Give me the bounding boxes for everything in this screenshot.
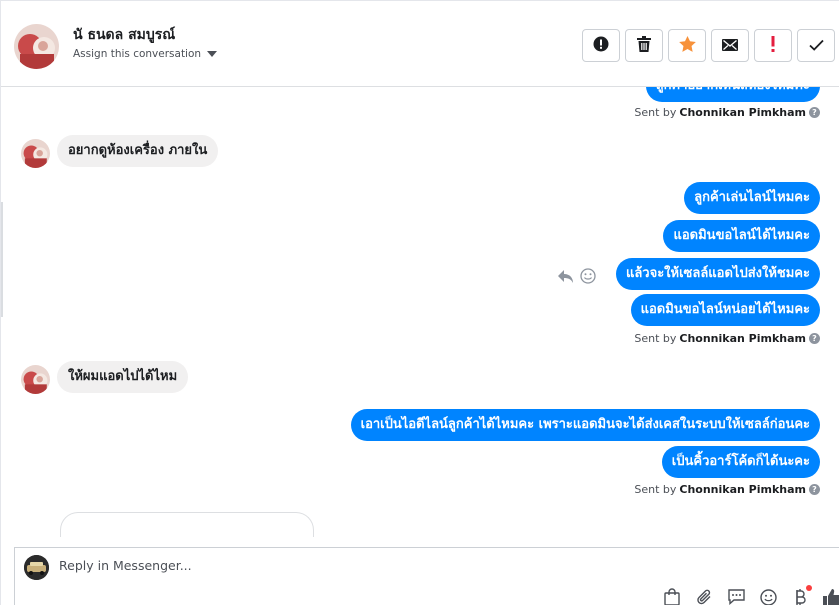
follow-up-button[interactable]	[754, 29, 792, 62]
mark-done-button[interactable]	[797, 29, 835, 62]
report-spam-button[interactable]	[582, 29, 620, 62]
scroll-indicator	[1, 202, 3, 317]
assign-conversation-dropdown[interactable]: Assign this conversation	[73, 48, 218, 60]
sent-by-name[interactable]: Chonnikan Pimkham	[679, 483, 806, 496]
assign-label: Assign this conversation	[73, 48, 202, 60]
message-hover-tools	[557, 268, 596, 288]
outgoing-message[interactable]: เอาเป็นไอดีไลน์ลูกค้าได้ไหมคะ เพราะแอดมิ…	[350, 409, 820, 441]
outgoing-message[interactable]: แอดมินขอไลน์หน่อยได้ไหมคะ	[630, 294, 820, 326]
conversation-actions	[582, 29, 835, 62]
composer-tools	[663, 585, 839, 605]
exclamation-icon	[770, 35, 776, 56]
incoming-message[interactable]: ให้ผมแอดไปได้ไหม	[57, 361, 189, 393]
contact-avatar-small[interactable]	[21, 365, 50, 394]
mark-unread-button[interactable]	[711, 29, 749, 62]
delete-button[interactable]	[625, 29, 663, 62]
outgoing-message[interactable]: ลูกค้าเล่นไลน์ไหมคะ	[684, 182, 820, 214]
shopping-bag-icon[interactable]	[663, 588, 681, 605]
alert-circle-icon	[593, 36, 609, 56]
help-icon[interactable]: ?	[809, 333, 820, 344]
help-icon[interactable]: ?	[809, 484, 820, 495]
checkmark-icon	[808, 36, 824, 55]
caret-down-icon	[207, 51, 218, 57]
saved-replies-icon[interactable]	[727, 588, 745, 605]
sent-by-label: Sent by Chonnikan Pimkham ?	[634, 483, 820, 496]
sent-by-label: Sent by Chonnikan Pimkham ?	[634, 106, 820, 119]
notification-dot	[806, 585, 812, 591]
sent-by-label: Sent by Chonnikan Pimkham ?	[634, 332, 820, 345]
thumbs-up-icon[interactable]	[823, 588, 839, 605]
envelope-icon	[722, 36, 738, 55]
contact-avatar[interactable]	[14, 24, 59, 69]
outgoing-message[interactable]: เป็นคิ้วอาร์โค้ดก็ได้นะคะ	[661, 446, 820, 478]
help-icon[interactable]: ?	[809, 107, 820, 118]
outgoing-message[interactable]: แล้วจะให้เซลล์แอดไปส่งให้ชมคะ	[615, 258, 820, 290]
message-thread[interactable]: ลูกค้าอยากเห็นสีห้องไหมคะ Sent by Chonni…	[1, 87, 839, 537]
reply-input[interactable]	[59, 558, 659, 573]
outgoing-message[interactable]: ลูกค้าอยากเห็นสีห้องไหมคะ	[645, 87, 820, 102]
trash-icon	[637, 35, 651, 56]
sent-by-name[interactable]: Chonnikan Pimkham	[679, 332, 806, 345]
page-avatar	[24, 555, 49, 580]
contact-avatar-small[interactable]	[21, 139, 50, 168]
reply-icon[interactable]	[557, 269, 574, 288]
contact-name[interactable]: นั ธนดล สมบูรณ์	[73, 24, 175, 46]
sent-by-name[interactable]: Chonnikan Pimkham	[679, 106, 806, 119]
paperclip-icon[interactable]	[695, 588, 713, 605]
emoji-react-icon[interactable]	[580, 268, 596, 288]
sent-by-prefix: Sent by	[634, 106, 677, 119]
payment-icon[interactable]	[791, 585, 812, 605]
outgoing-message[interactable]: แอดมินขอไลน์ได้ไหมคะ	[663, 220, 820, 252]
sent-by-prefix: Sent by	[634, 332, 677, 345]
conversation-header: นั ธนดล สมบูรณ์ Assign this conversation	[1, 1, 839, 87]
emoji-icon[interactable]	[759, 588, 777, 605]
incoming-message[interactable]: อยากดูห้องเครื่อง ภายใน	[57, 135, 219, 167]
messenger-conversation-pane: นั ธนดล สมบูรณ์ Assign this conversation	[0, 0, 839, 605]
star-button[interactable]	[668, 29, 706, 62]
incoming-attachment-card[interactable]	[60, 512, 314, 537]
reply-composer	[14, 547, 839, 605]
star-icon	[678, 35, 696, 56]
sent-by-prefix: Sent by	[634, 483, 677, 496]
